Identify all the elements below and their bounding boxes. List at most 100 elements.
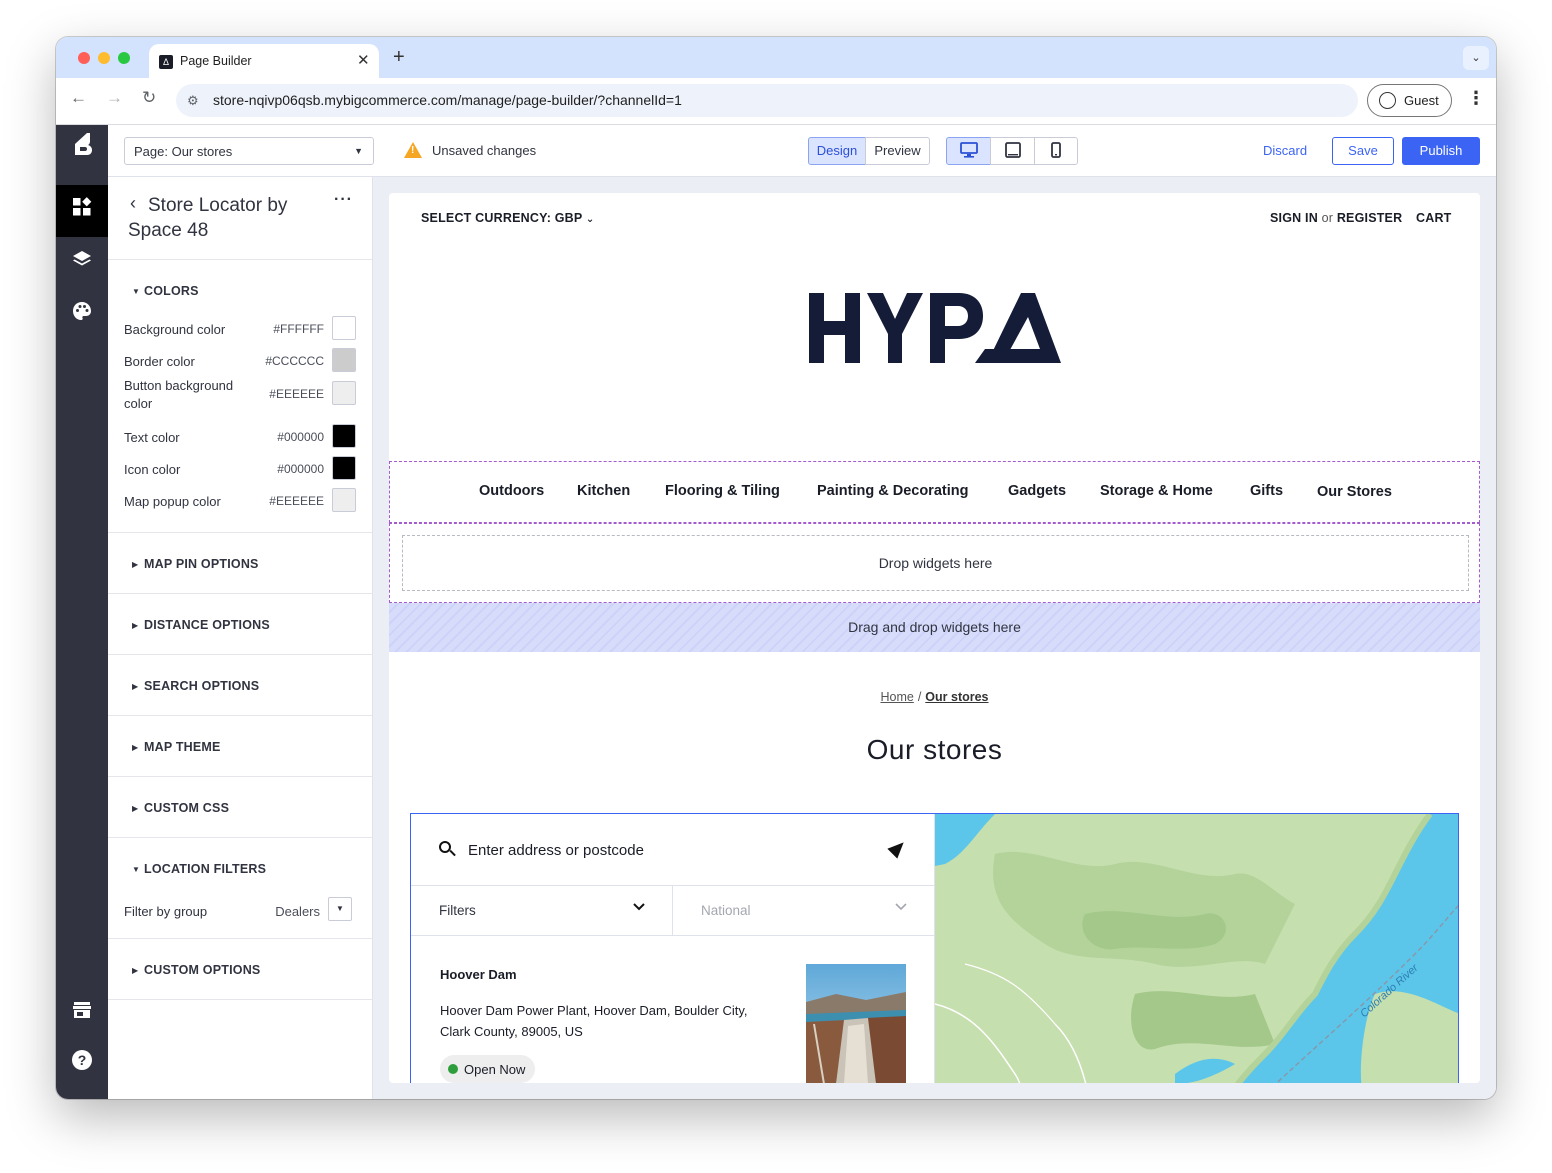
layers-icon[interactable]	[56, 237, 108, 289]
color-value[interactable]: #000000	[277, 430, 324, 444]
nav-item-our-stores[interactable]: Our Stores	[1317, 484, 1392, 500]
or-text: or	[1321, 211, 1334, 225]
bigcommerce-favicon-icon: Δ	[159, 55, 173, 69]
filter-by-group-dropdown[interactable]: ▼	[328, 897, 352, 921]
locate-me-icon[interactable]	[887, 837, 909, 859]
color-value[interactable]: #EEEEEE	[269, 387, 324, 401]
breadcrumb-home-link[interactable]: Home	[880, 690, 913, 704]
color-value[interactable]: #EEEEEE	[269, 494, 324, 508]
custom-options-toggle[interactable]: ▶ CUSTOM OPTIONS	[132, 963, 260, 977]
site-settings-icon[interactable]: ⚙	[187, 93, 199, 109]
warning-mark: !	[411, 145, 415, 156]
page-builder-app: ? Page: Our stores ▼ ! Unsaved changes D…	[56, 125, 1496, 1099]
cart-link[interactable]: CART	[1416, 211, 1452, 225]
map-pin-options-toggle[interactable]: ▶ MAP PIN OPTIONS	[132, 557, 259, 571]
page-select[interactable]: Page: Our stores ▼	[124, 137, 374, 165]
color-label: Border color	[124, 354, 195, 369]
tab-search-chevron-icon[interactable]: ⌄	[1463, 46, 1489, 70]
preview-mode-button[interactable]: Preview	[865, 137, 930, 165]
search-options-toggle[interactable]: ▶ SEARCH OPTIONS	[132, 679, 259, 693]
color-swatch[interactable]	[332, 381, 356, 405]
color-swatch[interactable]	[332, 488, 356, 512]
nav-item-gadgets[interactable]: Gadgets	[1008, 483, 1066, 499]
address-search-input[interactable]: Enter address or postcode	[468, 842, 644, 859]
store-locator-widget[interactable]: Enter address or postcode Filters Nation…	[410, 813, 1459, 1083]
distance-options-toggle[interactable]: ▶ DISTANCE OPTIONS	[132, 618, 270, 632]
nav-item-gifts[interactable]: Gifts	[1250, 483, 1283, 499]
register-link[interactable]: REGISTER	[1337, 211, 1403, 225]
address-search-bar[interactable]: Enter address or postcode	[411, 814, 935, 886]
publish-button[interactable]: Publish	[1402, 137, 1480, 165]
desktop-view-button[interactable]	[946, 137, 991, 165]
profile-button[interactable]: Guest	[1367, 84, 1452, 117]
location-filters-toggle[interactable]: ▼ LOCATION FILTERS	[132, 862, 266, 876]
left-rail: ?	[56, 125, 108, 1099]
mobile-view-button[interactable]	[1034, 137, 1078, 165]
section-heading: DISTANCE OPTIONS	[144, 618, 270, 632]
more-options-icon[interactable]: ···	[334, 191, 353, 209]
tab-page-builder[interactable]: Δ Page Builder ✕	[149, 44, 379, 78]
forward-arrow-icon[interactable]: →	[106, 88, 123, 108]
color-value[interactable]: #CCCCCC	[265, 354, 324, 368]
address-bar[interactable]: ⚙ store-nqivp06qsb.mybigcommerce.com/man…	[176, 84, 1358, 117]
nav-item-storage-home[interactable]: Storage & Home	[1100, 483, 1213, 499]
store-name[interactable]: Hoover Dam	[440, 967, 517, 982]
section-heading: CUSTOM OPTIONS	[144, 963, 261, 977]
svg-text:?: ?	[78, 1052, 87, 1068]
color-swatch[interactable]	[332, 456, 356, 480]
store-photo[interactable]	[806, 964, 906, 1083]
maximize-window-button[interactable]	[118, 52, 130, 64]
store-map[interactable]: Colorado River	[935, 814, 1458, 1083]
filters-dropdown[interactable]: Filters	[411, 886, 673, 936]
url-text[interactable]: store-nqivp06qsb.mybigcommerce.com/manag…	[213, 92, 682, 108]
close-window-button[interactable]	[78, 52, 90, 64]
open-status-dot	[448, 1064, 458, 1074]
region-label: National	[701, 903, 751, 918]
mobile-icon	[1051, 142, 1061, 158]
tablet-view-button[interactable]	[990, 137, 1035, 165]
region-dropdown[interactable]: National	[673, 886, 935, 936]
map-image: Colorado River	[935, 814, 1458, 1083]
widgets-icon[interactable]	[56, 185, 108, 237]
reload-icon[interactable]: ↻	[142, 88, 156, 108]
color-swatch[interactable]	[332, 316, 356, 340]
colors-section-toggle[interactable]: ▼ COLORS	[132, 284, 199, 298]
tab-close-icon[interactable]: ✕	[357, 51, 370, 69]
design-mode-button[interactable]: Design	[808, 137, 866, 165]
drag-drop-widgets-zone[interactable]: Drag and drop widgets here	[389, 603, 1480, 652]
filter-by-group-value[interactable]: Dealers	[275, 904, 320, 919]
minimize-window-button[interactable]	[98, 52, 110, 64]
color-value[interactable]: #000000	[277, 462, 324, 476]
tablet-icon	[1004, 142, 1021, 158]
sign-in-link[interactable]: SIGN IN	[1270, 211, 1318, 225]
color-swatch[interactable]	[332, 348, 356, 372]
bigcommerce-logo-icon[interactable]	[56, 125, 108, 177]
save-button[interactable]: Save	[1332, 137, 1394, 165]
section-heading: SEARCH OPTIONS	[144, 679, 260, 693]
drop-widgets-zone[interactable]: Drop widgets here	[402, 535, 1469, 591]
discard-button[interactable]: Discard	[1263, 143, 1307, 158]
breadcrumb-current[interactable]: Our stores	[925, 690, 988, 704]
browser-menu-icon[interactable]: ⋮	[1467, 88, 1485, 109]
nav-item-flooring-tiling[interactable]: Flooring & Tiling	[665, 483, 780, 499]
breadcrumb-separator: /	[917, 690, 922, 704]
map-theme-toggle[interactable]: ▶ MAP THEME	[132, 740, 221, 754]
nav-item-outdoors[interactable]: Outdoors	[479, 483, 544, 499]
hypa-logo[interactable]	[809, 291, 1061, 370]
storefront-icon[interactable]	[56, 987, 108, 1039]
help-icon[interactable]: ?	[56, 1039, 108, 1091]
profile-icon	[1379, 92, 1396, 109]
nav-item-kitchen[interactable]: Kitchen	[577, 483, 630, 499]
palette-icon[interactable]	[56, 289, 108, 341]
color-value[interactable]: #FFFFFF	[273, 322, 324, 336]
caret-right-icon: ▶	[132, 621, 139, 630]
color-label: Icon color	[124, 462, 181, 477]
hypa-logo-image	[809, 293, 1061, 363]
color-swatch[interactable]	[332, 424, 356, 448]
custom-css-toggle[interactable]: ▶ CUSTOM CSS	[132, 801, 229, 815]
page-select-value: Page: Our stores	[134, 144, 233, 159]
new-tab-icon[interactable]: +	[393, 46, 405, 69]
nav-item-painting-decorating[interactable]: Painting & Decorating	[817, 483, 968, 499]
back-arrow-icon[interactable]: ←	[70, 88, 87, 108]
currency-selector[interactable]: SELECT CURRENCY: GBP ⌄	[421, 211, 594, 225]
